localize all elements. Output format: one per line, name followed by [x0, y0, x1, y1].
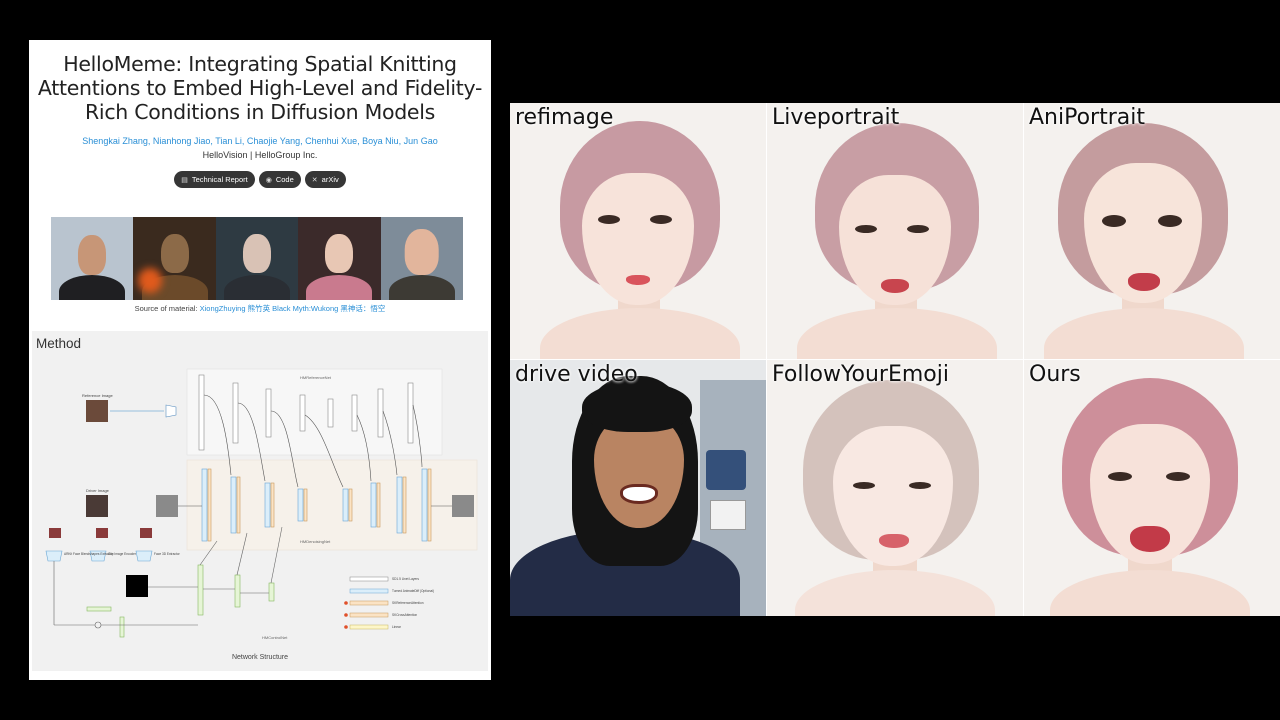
cell-liveportrait: Liveportrait [767, 103, 1023, 359]
project-page: HelloMeme: Integrating Spatial Knitting … [29, 40, 491, 680]
legend-item-5: Linear [392, 625, 402, 629]
code-label: Code [275, 175, 294, 184]
technical-report-label: Technical Report [191, 175, 248, 184]
teaser-image-strip [51, 217, 464, 300]
legend-item-4: SKCrossAttention [392, 613, 417, 617]
cell-refimage: refimage [510, 103, 766, 359]
label-ours: Ours [1029, 362, 1081, 387]
extractor-1-label: ARKit Face Blendshapes Extractor [64, 552, 114, 556]
denoising-net-label: HMDenoisingNet [300, 539, 331, 544]
extractor-3-label: Face 3D Extractor [154, 552, 181, 556]
cell-ours: Ours [1024, 360, 1280, 616]
github-icon: ◉ [265, 176, 272, 184]
source-prefix: Source of material: [134, 304, 200, 313]
technical-report-button[interactable]: ▤ Technical Report [174, 171, 255, 188]
reference-net-label: HMReferenceNet [300, 375, 332, 380]
label-followyouremoji: FollowYourEmoji [772, 362, 949, 387]
link-buttons: ▤ Technical Report ◉ Code ✕ arXiv [29, 171, 491, 188]
teaser-frame [51, 217, 134, 300]
method-heading: Method [36, 336, 82, 351]
control-net-label: HMControlNet [262, 635, 288, 640]
legend-item-3: SKReferenceAttention [392, 601, 424, 605]
affiliation: HelloVision | HelloGroup Inc. [202, 150, 318, 160]
network-structure-diagram: HMReferenceNet HMDenoisingNet Reference … [45, 368, 478, 640]
reference-image-label: Reference Image [82, 393, 113, 398]
driver-image-label: Driver Image [86, 488, 110, 493]
comparison-grid: refimage Liveportrait AniPortrait drive … [510, 103, 1280, 616]
legend-item-2: Turned AnimateDiff (Optional) [392, 589, 434, 593]
source-links[interactable]: XiongZhuying 熊竹英 Black Myth:Wukong 黑神话：悟… [200, 304, 386, 313]
label-refimage: refimage [515, 105, 614, 130]
arxiv-button[interactable]: ✕ arXiv [304, 171, 346, 188]
cell-drive-video: drive video [510, 360, 766, 616]
network-caption: Network Structure [231, 654, 289, 661]
arxiv-icon: ✕ [311, 176, 318, 184]
label-drive-video: drive video [515, 362, 638, 387]
teaser-frame [380, 217, 464, 300]
legend-item-1: SD1.5 Unet Layers [392, 577, 419, 581]
code-button[interactable]: ◉ Code [258, 171, 301, 188]
cell-followyouremoji: FollowYourEmoji [767, 360, 1023, 616]
teaser-frame [215, 217, 299, 300]
extractor-2-label: Clip Image Encoder [108, 552, 137, 556]
arxiv-label: arXiv [321, 175, 339, 184]
author-list[interactable]: Shengkai Zhang, Nianhong Jiao, Tian Li, … [29, 136, 491, 146]
label-liveportrait: Liveportrait [772, 105, 900, 130]
paper-title: HelloMeme: Integrating Spatial Knitting … [37, 52, 483, 124]
document-icon: ▤ [181, 176, 188, 184]
cell-aniportrait: AniPortrait [1024, 103, 1280, 359]
source-credit: Source of material: XiongZhuying 熊竹英 Bla… [29, 303, 491, 314]
label-aniportrait: AniPortrait [1029, 105, 1145, 130]
method-section: Method HMReferenceNet HMDenoisingNet Ref… [32, 331, 488, 671]
teaser-frame [133, 217, 216, 300]
teaser-frame [298, 217, 381, 300]
